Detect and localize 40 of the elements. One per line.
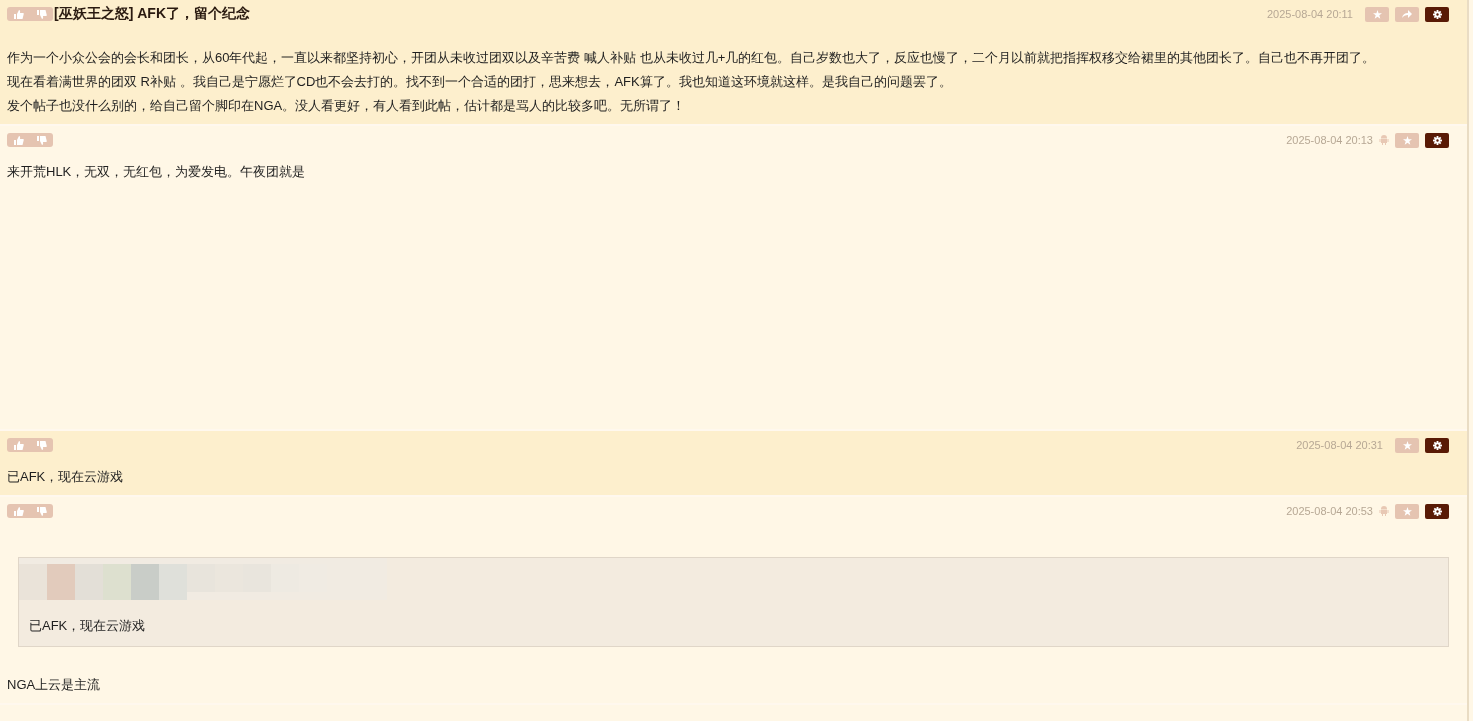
settings-button[interactable] bbox=[1425, 132, 1449, 148]
share-arrow-icon bbox=[1402, 10, 1412, 18]
post-text: 现在看着满世界的团双 R补贴 。我自己是宁愿烂了CD也不会去打的。找不到一个合适的团打，思来想去，AFK算了。我也知道这环境就这样。是我自己的问题罢了。 bbox=[7, 73, 953, 91]
android-icon bbox=[1379, 505, 1389, 516]
post-title: [巫妖王之怒] AFK了，留个纪念 bbox=[54, 5, 250, 23]
thumbs-up-icon[interactable] bbox=[13, 440, 24, 450]
star-icon bbox=[1372, 9, 1382, 19]
post-time: 2025-08-04 20:13 bbox=[1286, 134, 1373, 146]
favorite-button[interactable] bbox=[1395, 503, 1419, 519]
thumbs-down-icon[interactable] bbox=[36, 135, 47, 145]
android-icon bbox=[1379, 134, 1389, 145]
thumbs-down-icon[interactable] bbox=[36, 506, 47, 516]
post-text: 已AFK，现在云游戏 bbox=[7, 468, 125, 486]
settings-icon bbox=[1432, 440, 1442, 450]
thumbs-down-icon[interactable] bbox=[36, 9, 47, 19]
settings-icon bbox=[1432, 9, 1442, 19]
post-text: 发个帖子也没什么别的，给自己留个脚印在NGA。没人看更好，有人看到此帖，估计都是骂人的比较多吧。无所谓了！ bbox=[7, 97, 687, 115]
favorite-button[interactable] bbox=[1395, 437, 1419, 453]
settings-button[interactable] bbox=[1425, 437, 1449, 453]
settings-button[interactable] bbox=[1425, 503, 1449, 519]
post-text: 来开荒HLK，无双，无红包，为爱发电。午夜团就是 bbox=[7, 163, 307, 181]
post-text: 作为一个小众公会的会长和团长，从60年代起，一直以来都坚持初心，开团从未收过团双以及辛苦费 喊人补贴 也从未收过几+几的红包。自己岁数也大了，反应也慢了，二个月以前就把指挥权移交给裙里的其他团长了。自己也不再开团了。 bbox=[7, 49, 1377, 67]
star-icon bbox=[1402, 135, 1412, 145]
post-time: 2025-08-04 20:11 bbox=[1266, 8, 1353, 20]
thumbs-up-icon[interactable] bbox=[13, 506, 24, 516]
thumbs-down-icon[interactable] bbox=[36, 440, 47, 450]
post-time: 2025-08-04 20:31 bbox=[1296, 439, 1383, 451]
share-button[interactable] bbox=[1395, 6, 1419, 22]
settings-button[interactable] bbox=[1425, 6, 1449, 22]
quote-text: 已AFK，现在云游戏 bbox=[29, 617, 147, 635]
thumbs-up-icon[interactable] bbox=[13, 135, 24, 145]
settings-icon bbox=[1432, 506, 1442, 516]
favorite-button[interactable] bbox=[1365, 6, 1389, 22]
star-icon bbox=[1402, 440, 1412, 450]
post-text: NGA上云是主流 bbox=[7, 676, 102, 694]
settings-icon bbox=[1432, 135, 1442, 145]
favorite-button[interactable] bbox=[1395, 132, 1419, 148]
post-time: 2025-08-04 20:53 bbox=[1286, 505, 1373, 517]
thumbs-up-icon[interactable] bbox=[13, 9, 24, 19]
star-icon bbox=[1402, 506, 1412, 516]
